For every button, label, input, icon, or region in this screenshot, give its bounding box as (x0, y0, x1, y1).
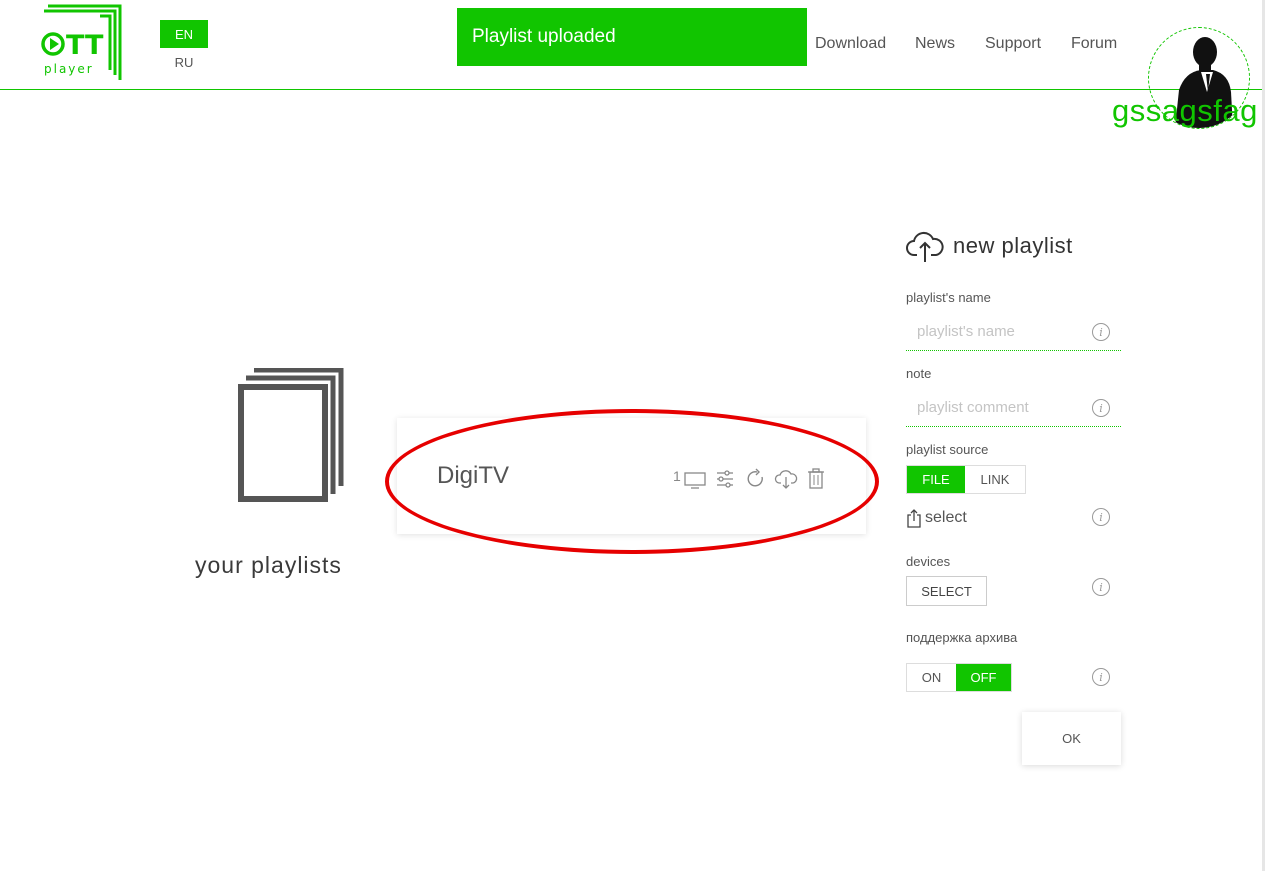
nav-news[interactable]: News (915, 35, 955, 53)
select-file-button[interactable]: select (906, 508, 967, 528)
note-label: note (906, 366, 932, 381)
note-field (906, 391, 1121, 427)
nav-forum[interactable]: Forum (1071, 35, 1117, 53)
playlist-source-label: playlist source (906, 442, 989, 457)
info-icon[interactable]: i (1092, 399, 1110, 417)
nav-download[interactable]: Download (815, 35, 886, 53)
tv-icon[interactable] (683, 468, 706, 490)
ok-button[interactable]: OK (1022, 712, 1121, 765)
settings-sliders-icon[interactable] (714, 468, 736, 490)
cloud-download-icon[interactable] (774, 468, 798, 490)
your-playlists-label: your playlists (195, 552, 342, 578)
devices-label: devices (906, 554, 951, 569)
lang-ru-button[interactable]: RU (160, 54, 208, 70)
playlists-stack-icon (236, 367, 346, 504)
new-playlist-header: new playlist (905, 228, 1073, 264)
playlist-card[interactable]: DigiTV 1 (397, 418, 866, 534)
source-toggle: FILE LINK (906, 465, 1026, 494)
archive-off-option[interactable]: OFF (956, 664, 1011, 691)
select-file-label: select (925, 509, 967, 526)
note-input[interactable] (915, 391, 1089, 423)
devices-select-button[interactable]: SELECT (906, 576, 987, 606)
refresh-icon[interactable] (745, 468, 767, 490)
playlist-name-input[interactable] (915, 315, 1089, 347)
archive-on-option[interactable]: ON (907, 664, 956, 691)
playlist-name-field (906, 315, 1121, 351)
logo-sub-text: player (44, 62, 94, 76)
svg-text:TT: TT (66, 30, 104, 61)
nav-support[interactable]: Support (985, 35, 1041, 53)
info-icon[interactable]: i (1092, 508, 1110, 526)
info-icon[interactable]: i (1092, 668, 1110, 686)
device-count: 1 (673, 468, 681, 484)
username[interactable]: gssagsfag (1112, 93, 1258, 129)
trash-icon[interactable] (805, 468, 827, 490)
cloud-upload-icon (906, 231, 944, 262)
archive-support-label: поддержка архива (906, 630, 1018, 645)
new-playlist-title: new playlist (953, 233, 1073, 258)
source-link-option[interactable]: LINK (965, 466, 1025, 493)
playlist-name-label: playlist's name (906, 290, 991, 305)
source-file-option[interactable]: FILE (907, 466, 965, 493)
archive-toggle: ON OFF (906, 663, 1012, 692)
lang-en-button[interactable]: EN (160, 20, 208, 48)
upload-share-icon (907, 509, 921, 528)
info-icon[interactable]: i (1092, 578, 1110, 596)
ott-player-logo[interactable]: TT player (40, 4, 124, 84)
playlist-name: DigiTV (437, 462, 510, 489)
toast-notification: Playlist uploaded (457, 8, 807, 66)
info-icon[interactable]: i (1092, 323, 1110, 341)
